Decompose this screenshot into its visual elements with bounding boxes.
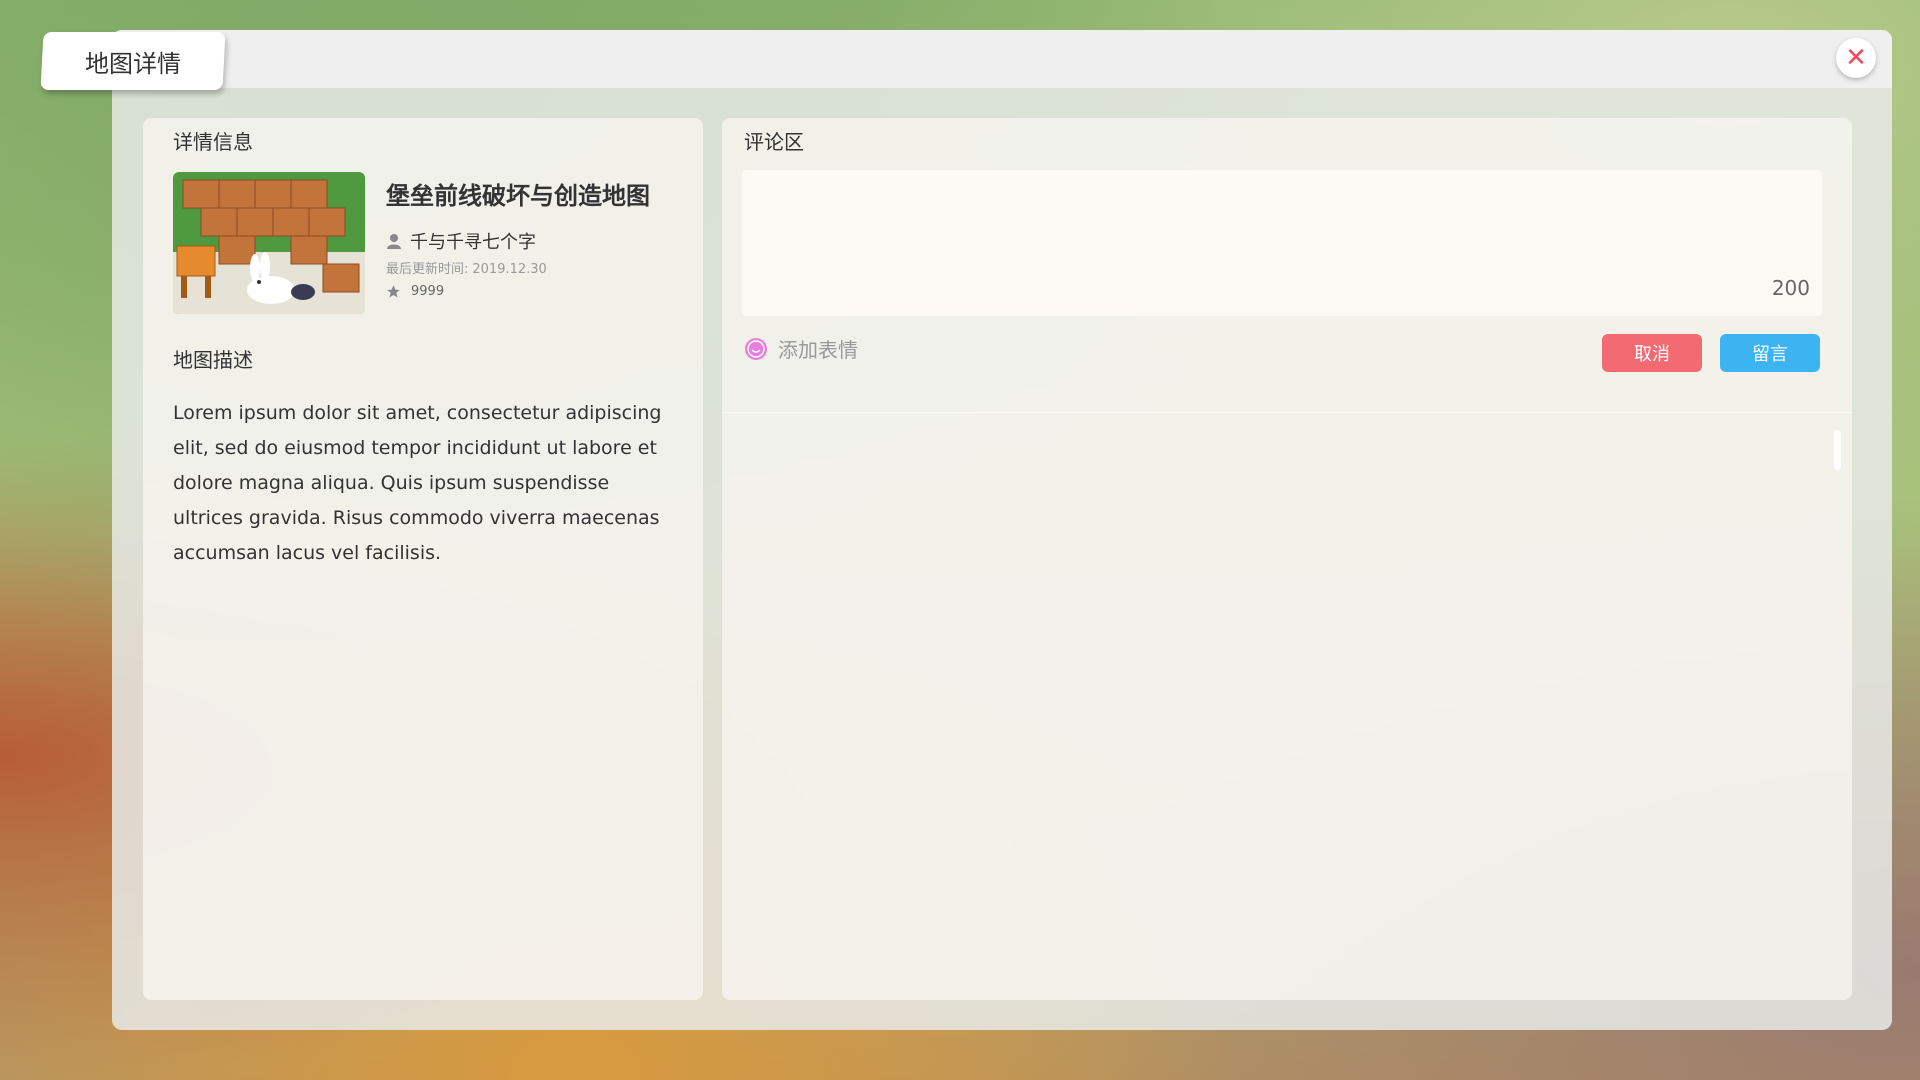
comments-scrollbar[interactable] bbox=[1834, 430, 1841, 470]
details-title: 详情信息 bbox=[173, 130, 253, 154]
close-button[interactable]: ✕ bbox=[1836, 38, 1876, 78]
author-name: 千与千寻七个字 bbox=[410, 232, 536, 253]
description-text: Lorem ipsum dolor sit amet, consectetur … bbox=[173, 402, 662, 564]
dialog-topbar bbox=[112, 30, 1892, 88]
close-icon: ✕ bbox=[1845, 43, 1867, 73]
user-icon bbox=[387, 234, 401, 249]
updated-date: 2019.12.30 bbox=[472, 262, 547, 277]
cancel-button[interactable]: 取消 bbox=[1602, 334, 1702, 372]
title-tab: 地图详情 bbox=[40, 32, 226, 90]
comment-input[interactable]: 200 bbox=[742, 170, 1822, 316]
char-limit: 200 bbox=[1771, 276, 1810, 300]
comments-title: 评论区 bbox=[744, 130, 804, 154]
last-updated: 最后更新时间: 2019.12.30 bbox=[386, 258, 547, 277]
updated-label: 最后更新时间: bbox=[386, 262, 469, 277]
details-panel: 详情信息 堡垒前线破坏与创造地图 千与千寻七个字 最后更新时间: 2019.12… bbox=[143, 118, 703, 1000]
star-icon bbox=[387, 285, 400, 298]
post-comment-button[interactable]: 留言 bbox=[1720, 334, 1820, 372]
map-name: 堡垒前线破坏与创造地图 bbox=[386, 182, 650, 210]
dialog-title: 地图详情 bbox=[85, 49, 181, 78]
add-emoji-label: 添加表情 bbox=[778, 338, 858, 362]
comments-divider bbox=[722, 412, 1852, 413]
map-thumbnail bbox=[173, 172, 365, 314]
add-emoji-button[interactable]: 添加表情 bbox=[744, 334, 858, 363]
author-row: 千与千寻七个字 bbox=[386, 228, 536, 254]
comments-panel: 评论区 200 添加表情 取消 留言 bbox=[722, 118, 1852, 1000]
description-title: 地图描述 bbox=[173, 348, 253, 372]
star-count: 9999 bbox=[411, 284, 445, 299]
star-count-row: 9999 bbox=[386, 284, 444, 299]
emoji-icon bbox=[745, 337, 767, 360]
